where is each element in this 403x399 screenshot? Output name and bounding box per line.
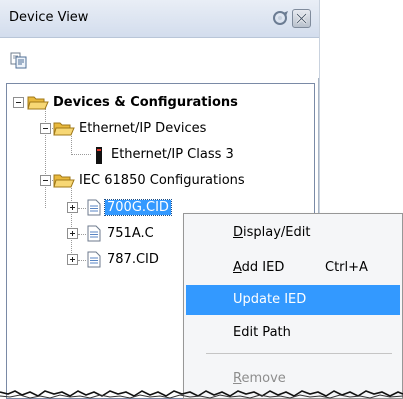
- panel-title: Device View: [9, 10, 89, 25]
- expand-icon[interactable]: [67, 202, 78, 213]
- torn-edge-decoration: [0, 390, 403, 399]
- menu-item-edit-path[interactable]: Edit Path: [186, 318, 400, 348]
- pin-icon[interactable]: [271, 9, 290, 28]
- expand-icon[interactable]: [67, 228, 78, 239]
- menu-item-label: Remove: [233, 371, 286, 386]
- tree-node-label: 787.CID: [107, 252, 159, 267]
- file-icon: [87, 251, 101, 268]
- menu-item-label: Edit Path: [233, 325, 291, 340]
- folder-open-icon: [53, 121, 75, 137]
- tree-node-root[interactable]: Devices & Configurations: [7, 92, 307, 114]
- tree-node-label: Ethernet/IP Class 3: [111, 147, 234, 162]
- collapse-icon[interactable]: [13, 97, 24, 108]
- panel-toolbar: [0, 38, 319, 78]
- menu-item-shortcut: Ctrl+A: [325, 260, 368, 275]
- tree-node-label: IEC 61850 Configurations: [79, 173, 245, 188]
- menu-separator: [206, 353, 392, 354]
- tree-node-label: 751A.C: [107, 226, 154, 241]
- tree-node-label: Devices & Configurations: [53, 95, 238, 110]
- close-icon[interactable]: [292, 9, 311, 28]
- menu-item-label: Add IED: [233, 260, 285, 275]
- menu-item-label: Update IED: [233, 292, 307, 307]
- file-icon: [87, 225, 101, 242]
- tree-node-ethernet-group[interactable]: Ethernet/IP Devices: [7, 118, 307, 140]
- folder-open-icon: [53, 173, 75, 189]
- menu-item-add-ied[interactable]: Add IED Ctrl+A: [186, 253, 400, 283]
- device-icon: [95, 147, 103, 164]
- tree-node-iec-group[interactable]: IEC 61850 Configurations: [7, 170, 307, 192]
- tree-node-label: 700G.CID: [104, 199, 172, 216]
- properties-icon[interactable]: [10, 52, 27, 69]
- panel-titlebar: Device View: [0, 0, 319, 38]
- folder-open-icon: [27, 95, 49, 111]
- collapse-icon[interactable]: [40, 123, 51, 134]
- collapse-icon[interactable]: [40, 175, 51, 186]
- expand-icon[interactable]: [67, 254, 78, 265]
- menu-item-label: Display/Edit: [233, 225, 311, 240]
- tree-node-ethernet-device[interactable]: Ethernet/IP Class 3: [7, 144, 307, 166]
- tree-node-label: Ethernet/IP Devices: [79, 121, 207, 136]
- context-menu: Display/Edit Add IED Ctrl+A Update IED E…: [183, 213, 403, 399]
- file-icon: [87, 199, 101, 216]
- menu-item-display-edit[interactable]: Display/Edit: [186, 218, 400, 248]
- menu-item-update-ied[interactable]: Update IED: [186, 285, 400, 315]
